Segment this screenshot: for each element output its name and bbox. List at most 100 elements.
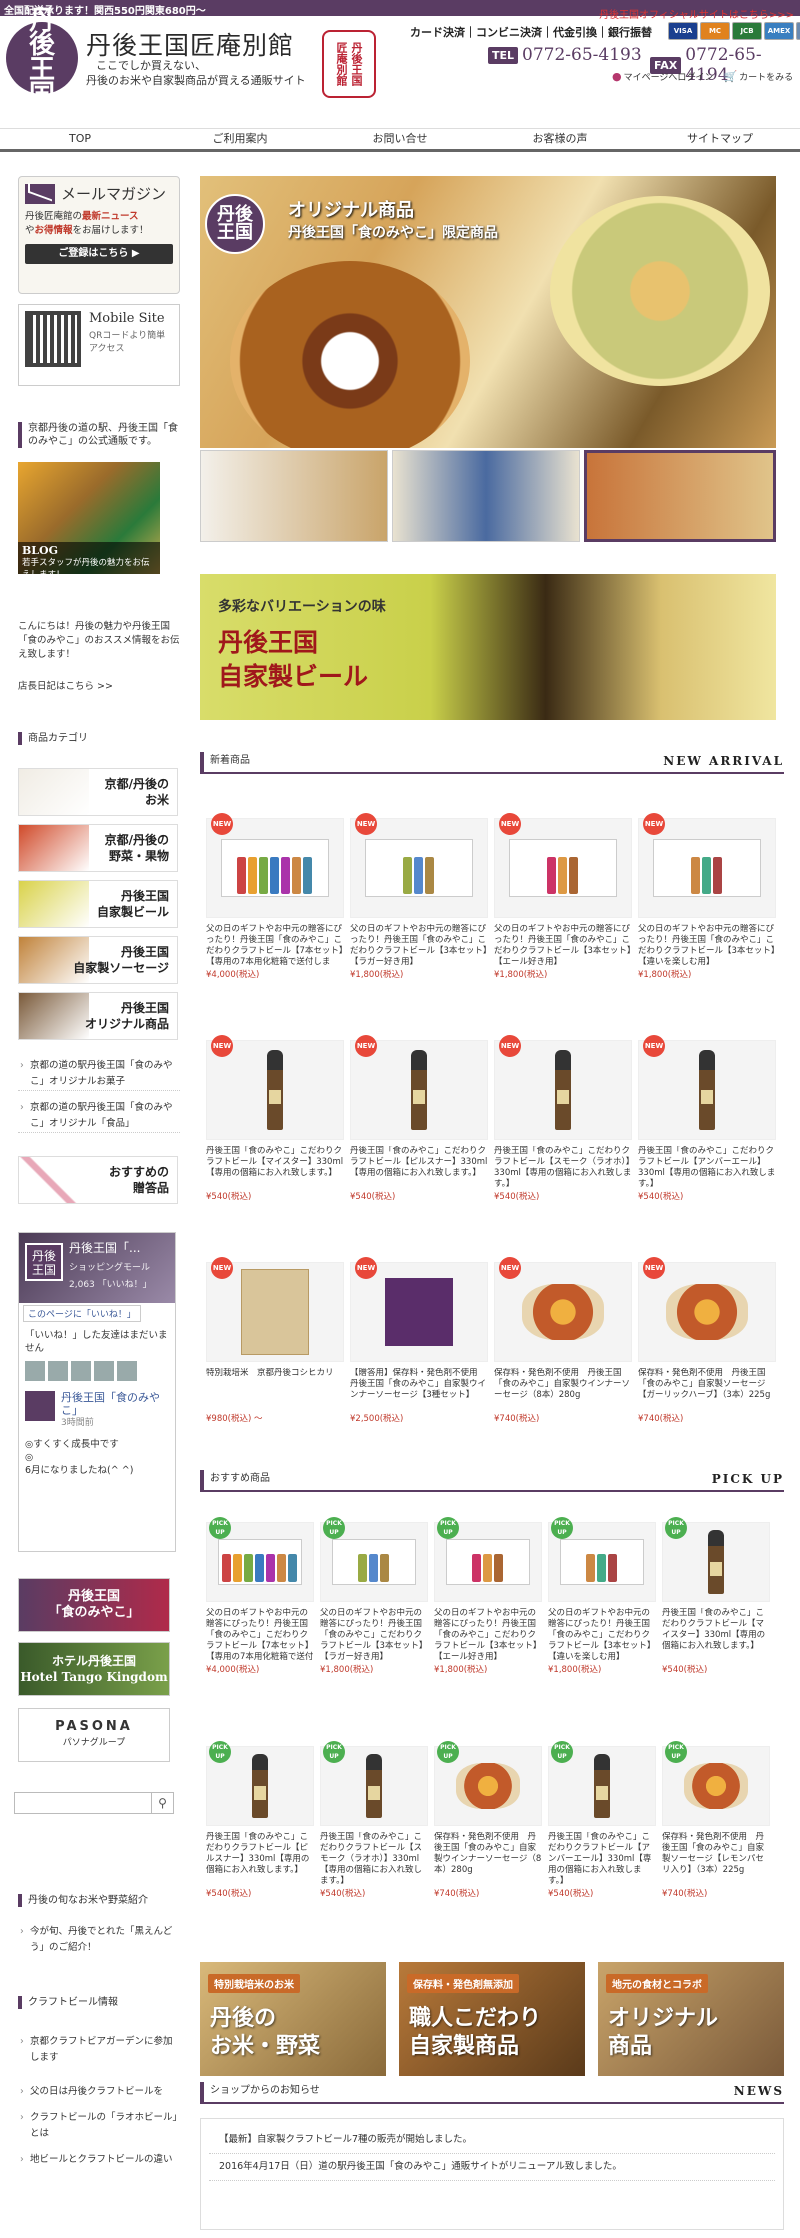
product-image[interactable]: PICK UP (206, 1741, 314, 1826)
hero-thumb-3[interactable] (584, 450, 776, 542)
product-card[interactable]: PICK UP 保存料・発色剤不使用 丹後王国「食のみやこ」自家製ソーセージ【レモ… (662, 1741, 770, 1900)
product-image[interactable]: PICK UP (434, 1517, 542, 1602)
hero-banner[interactable]: 丹後 王国 オリジナル商品 丹後王国「食のみやこ」限定商品 (200, 176, 776, 448)
product-image[interactable]: PICK UP (548, 1517, 656, 1602)
product-image[interactable]: NEW (638, 813, 776, 918)
manager-diary-link[interactable]: 店長日記はこちら >> (18, 680, 180, 694)
nav-item-top[interactable]: TOP (0, 129, 160, 149)
craft-link-2[interactable]: 父の日は丹後クラフトビールを (18, 2084, 180, 2100)
product-card[interactable]: NEW 父の日のギフトやお中元の贈答にぴったり！丹後王国「食のみやこ」こだわりクラ… (638, 813, 776, 981)
product-name[interactable]: 父の日のギフトやお中元の贈答にぴったり！丹後王国「食のみやこ」こだわりクラフトビ… (638, 924, 776, 968)
product-name[interactable]: 丹後王国「食のみやこ」こだわりクラフトビール【スモーク（ラオホ）】330ml【専… (494, 1146, 632, 1190)
product-name[interactable]: 丹後王国「食のみやこ」こだわりクラフトビール【ピルスナー】330ml【専用の個箱… (350, 1146, 488, 1190)
category-gift[interactable]: おすすめの 贈答品 (18, 1156, 178, 1204)
product-image[interactable]: NEW (494, 813, 632, 918)
search-icon[interactable]: ⚲ (152, 1792, 174, 1814)
fb-header[interactable]: 丹後王国 丹後王国「... ショッピングモール 2,063 「いいね！」 このペ… (19, 1233, 175, 1322)
category-item-2[interactable]: 京都/丹後の 野菜・果物 (18, 824, 178, 872)
product-card[interactable]: PICK UP 丹後王国「食のみやこ」こだわりクラフトビール【マイスター】330m… (662, 1517, 770, 1676)
nav-item-voices[interactable]: お客様の声 (480, 129, 640, 149)
product-image[interactable]: NEW (638, 1257, 776, 1362)
mail-register-button[interactable]: ご登録はこちら ▶ (25, 244, 173, 264)
product-name[interactable]: 丹後王国「食のみやこ」こだわりクラフトビール【スモーク（ラオホ）】330ml【専… (320, 1832, 428, 1887)
cat-link-food[interactable]: 京都の道の駅丹後王国「食のみやこ」オリジナル「食品」 (18, 1100, 180, 1133)
product-card[interactable]: NEW 父の日のギフトやお中元の贈答にぴったり！丹後王国「食のみやこ」こだわりクラ… (350, 813, 488, 981)
beer-banner[interactable]: 多彩なバリエーションの味 丹後王国 自家製ビール (200, 574, 776, 720)
tel-number[interactable]: 0772-65-4193 (522, 45, 642, 65)
product-card[interactable]: NEW 【贈答用】保存料・発色剤不使用 丹後王国「食のみやこ」自家製ウインナーソー… (350, 1257, 488, 1425)
product-card[interactable]: PICK UP 父の日のギフトやお中元の贈答にぴったり！丹後王国「食のみやこ」こだ… (320, 1517, 428, 1676)
product-card[interactable]: PICK UP 保存料・発色剤不使用 丹後王国「食のみやこ」自家製ウインナーソーセ… (434, 1741, 542, 1900)
product-name[interactable]: 父の日のギフトやお中元の贈答にぴったり！丹後王国「食のみやこ」こだわりクラフトビ… (206, 1608, 314, 1663)
product-image[interactable]: PICK UP (206, 1517, 314, 1602)
banner-shoku-no-miyako[interactable]: 丹後王国 「食のみやこ」 (18, 1578, 170, 1632)
product-name[interactable]: 保存料・発色剤不使用 丹後王国「食のみやこ」自家製ソーセージ【ガーリックハーブ】… (638, 1368, 776, 1412)
product-name[interactable]: 丹後王国「食のみやこ」こだわりクラフトビール【ピルスナー】330ml【専用の個箱… (206, 1832, 314, 1887)
product-name[interactable]: 保存料・発色剤不使用 丹後王国「食のみやこ」自家製ソーセージ【レモンパセリ入り】… (662, 1832, 770, 1887)
fb-post-name[interactable]: 丹後王国「食のみやこ」 (61, 1391, 169, 1417)
product-card[interactable]: PICK UP 父の日のギフトやお中元の贈答にぴったり！丹後王国「食のみやこ」こだ… (206, 1517, 314, 1676)
product-card[interactable]: NEW 保存料・発色剤不使用 丹後王国「食のみやこ」自家製ウインナーソーセージ（8… (494, 1257, 632, 1425)
category-banner-3[interactable]: 地元の食材とコラボ オリジナル 商品 (598, 1962, 784, 2076)
category-banner-2[interactable]: 保存料・発色剤無添加 職人こだわり 自家製商品 (399, 1962, 585, 2076)
product-image[interactable]: NEW (350, 1257, 488, 1362)
hero-thumb-1[interactable] (200, 450, 388, 542)
product-image[interactable]: PICK UP (320, 1517, 428, 1602)
product-card[interactable]: PICK UP 父の日のギフトやお中元の贈答にぴったり！丹後王国「食のみやこ」こだ… (548, 1517, 656, 1676)
product-name[interactable]: 【贈答用】保存料・発色剤不使用 丹後王国「食のみやこ」自家製ウインナーソーセージ… (350, 1368, 488, 1412)
product-image[interactable]: NEW (206, 813, 344, 918)
product-image[interactable]: NEW (350, 813, 488, 918)
site-logo[interactable]: 丹後王国 (6, 8, 78, 108)
product-card[interactable]: NEW 丹後王国「食のみやこ」こだわりクラフトビール【マイスター】330ml【専用… (206, 1035, 344, 1203)
official-site-link[interactable]: 丹後王国オフィシャルサイトはこちら>>> (599, 6, 794, 21)
product-card[interactable]: PICK UP 父の日のギフトやお中元の贈答にぴったり！丹後王国「食のみやこ」こだ… (434, 1517, 542, 1676)
category-item-5[interactable]: 丹後王国 オリジナル商品 (18, 992, 178, 1040)
product-image[interactable]: PICK UP (662, 1741, 770, 1826)
info-link[interactable]: 今が旬、丹後でとれた「黒えんどう」のご紹介！ (18, 1924, 180, 1960)
product-card[interactable]: PICK UP 丹後王国「食のみやこ」こだわりクラフトビール【スモーク（ラオホ）】… (320, 1741, 428, 1900)
product-card[interactable]: PICK UP 丹後王国「食のみやこ」こだわりクラフトビール【ピルスナー】330m… (206, 1741, 314, 1900)
cart-link[interactable]: 🛒 カートをみる (723, 70, 793, 83)
product-image[interactable]: NEW (638, 1035, 776, 1140)
craft-link-3[interactable]: クラフトビールの「ラオホビール」とは (18, 2110, 180, 2144)
hero-thumb-2[interactable] (392, 450, 580, 542)
product-name[interactable]: 丹後王国「食のみやこ」こだわりクラフトビール【マイスター】330ml【専用の個箱… (662, 1608, 770, 1663)
site-name[interactable]: 丹後王国匠庵別館 (86, 26, 294, 62)
search-input[interactable] (14, 1792, 152, 1814)
product-name[interactable]: 父の日のギフトやお中元の贈答にぴったり！丹後王国「食のみやこ」こだわりクラフトビ… (320, 1608, 428, 1663)
craft-link-1[interactable]: 京都クラフトビアガーデンに参加します (18, 2034, 180, 2068)
product-name[interactable]: 保存料・発色剤不使用 丹後王国「食のみやこ」自家製ウインナーソーセージ（8本）2… (494, 1368, 632, 1412)
category-item-1[interactable]: 京都/丹後の お米 (18, 768, 178, 816)
product-name[interactable]: 父の日のギフトやお中元の贈答にぴったり！丹後王国「食のみやこ」こだわりクラフトビ… (548, 1608, 656, 1663)
product-name[interactable]: 丹後王国「食のみやこ」こだわりクラフトビール【アンバーエール】330ml【専用の… (638, 1146, 776, 1190)
category-banner-1[interactable]: 特別栽培米のお米 丹後の お米・野菜 (200, 1962, 386, 2076)
fb-like-button[interactable]: このページに「いいね！」 (23, 1305, 141, 1322)
product-name[interactable]: 父の日のギフトやお中元の贈答にぴったり！丹後王国「食のみやこ」こだわりクラフトビ… (350, 924, 488, 968)
product-card[interactable]: NEW 特別栽培米 京都丹後コシヒカリ ¥980(税込) 〜 (206, 1257, 344, 1425)
nav-item-guide[interactable]: ご利用案内 (160, 129, 320, 149)
product-name[interactable]: 父の日のギフトやお中元の贈答にぴったり！丹後王国「食のみやこ」こだわりクラフトビ… (434, 1608, 542, 1663)
product-card[interactable]: NEW 父の日のギフトやお中元の贈答にぴったり！丹後王国「食のみやこ」こだわりクラ… (206, 813, 344, 981)
nav-item-contact[interactable]: お問い合せ (320, 129, 480, 149)
product-card[interactable]: NEW 保存料・発色剤不使用 丹後王国「食のみやこ」自家製ソーセージ【ガーリックハ… (638, 1257, 776, 1425)
banner-pasona[interactable]: PASONA パソナグループ (18, 1708, 170, 1762)
product-image[interactable]: PICK UP (548, 1741, 656, 1826)
product-name[interactable]: 保存料・発色剤不使用 丹後王国「食のみやこ」自家製ウインナーソーセージ（8本）2… (434, 1832, 542, 1887)
product-image[interactable]: NEW (206, 1035, 344, 1140)
product-image[interactable]: NEW (206, 1257, 344, 1362)
product-image[interactable]: PICK UP (434, 1741, 542, 1826)
product-card[interactable]: NEW 丹後王国「食のみやこ」こだわりクラフトビール【スモーク（ラオホ）】330m… (494, 1035, 632, 1203)
product-name[interactable]: 父の日のギフトやお中元の贈答にぴったり！丹後王国「食のみやこ」こだわりクラフトビ… (206, 924, 344, 968)
product-name[interactable]: 丹後王国「食のみやこ」こだわりクラフトビール【マイスター】330ml【専用の個箱… (206, 1146, 344, 1190)
craft-link-4[interactable]: 地ビールとクラフトビールの違い (18, 2152, 180, 2168)
product-name[interactable]: 特別栽培米 京都丹後コシヒカリ (206, 1368, 344, 1412)
product-image[interactable]: NEW (350, 1035, 488, 1140)
product-name[interactable]: 父の日のギフトやお中元の贈答にぴったり！丹後王国「食のみやこ」こだわりクラフトビ… (494, 924, 632, 968)
mypage-link[interactable]: ● マイページへログイン (612, 70, 713, 83)
product-name[interactable]: 丹後王国「食のみやこ」こだわりクラフトビール【アンバーエール】330ml【専用の… (548, 1832, 656, 1887)
cat-link-sweets[interactable]: 京都の道の駅丹後王国「食のみやこ」オリジナルお菓子 (18, 1058, 180, 1091)
product-image[interactable]: NEW (494, 1035, 632, 1140)
blog-caption[interactable]: BLOG 若手スタッフが丹後の魅力をお伝えします！ (18, 542, 160, 580)
product-card[interactable]: NEW 丹後王国「食のみやこ」こだわりクラフトビール【ピルスナー】330ml【専用… (350, 1035, 488, 1203)
news-item[interactable]: 【最新】自家製クラフトビール7種の販売が開始しました。 (209, 2127, 775, 2154)
